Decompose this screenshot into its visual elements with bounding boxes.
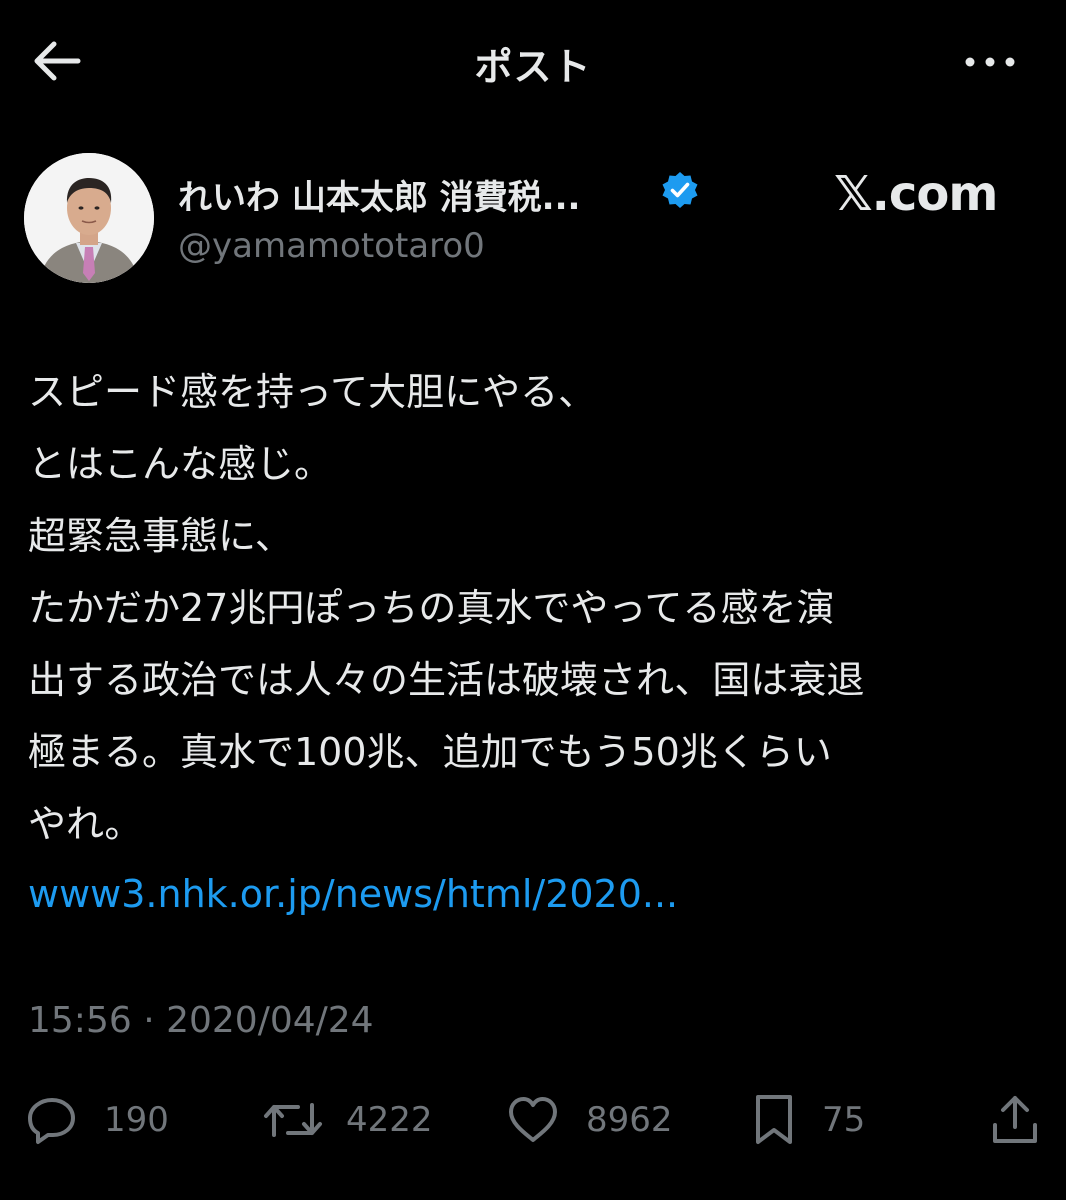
post-text: スピード感を持って大胆にやる、 とはこんな感じ。 超緊急事態に、 たかだか27兆… (28, 356, 1048, 860)
post-text-line: 極まる。真水で100兆、追加でもう50兆くらい (28, 730, 832, 774)
repost-icon (264, 1103, 322, 1137)
x-com-watermark: 𝕏.com (834, 166, 998, 222)
reply-button[interactable]: 190 (26, 1090, 169, 1150)
bookmark-icon (756, 1095, 792, 1144)
reply-count: 190 (104, 1100, 169, 1140)
repost-count: 4222 (346, 1100, 433, 1140)
bookmark-count: 75 (822, 1100, 866, 1140)
post-text-line: スピード感を持って大胆にやる、 (28, 370, 597, 414)
like-count: 8962 (586, 1100, 673, 1140)
more-button[interactable] (960, 42, 1020, 82)
author-handle[interactable]: @yamamototaro0 (178, 226, 485, 266)
post-link[interactable]: www3.nhk.or.jp/news/html/2020... (28, 858, 678, 930)
post-timestamp[interactable]: 15:56 · 2020/04/24 (28, 1000, 374, 1041)
verified-badge-icon (660, 170, 700, 210)
like-button[interactable]: 8962 (506, 1090, 673, 1150)
repost-button[interactable]: 4222 (262, 1090, 433, 1150)
author-name[interactable]: れいわ 山本太郎 消費税... (178, 170, 580, 219)
bookmark-button[interactable]: 75 (752, 1090, 865, 1150)
page-title: ポスト (474, 45, 592, 89)
more-icon (965, 57, 1015, 67)
like-icon (509, 1097, 557, 1142)
share-icon (993, 1096, 1037, 1143)
avatar[interactable] (24, 153, 154, 283)
post-text-line: たかだか27兆円ぽっちの真水でやってる感を演 (28, 586, 835, 630)
share-button[interactable] (990, 1090, 1040, 1150)
post-text-line: やれ。 (28, 802, 143, 846)
reply-icon (28, 1098, 75, 1144)
post-text-line: 超緊急事態に、 (28, 514, 293, 558)
post-text-line: 出する政治では人々の生活は破壊され、国は衰退 (28, 658, 865, 702)
post-text-line: とはこんな感じ。 (28, 442, 333, 486)
